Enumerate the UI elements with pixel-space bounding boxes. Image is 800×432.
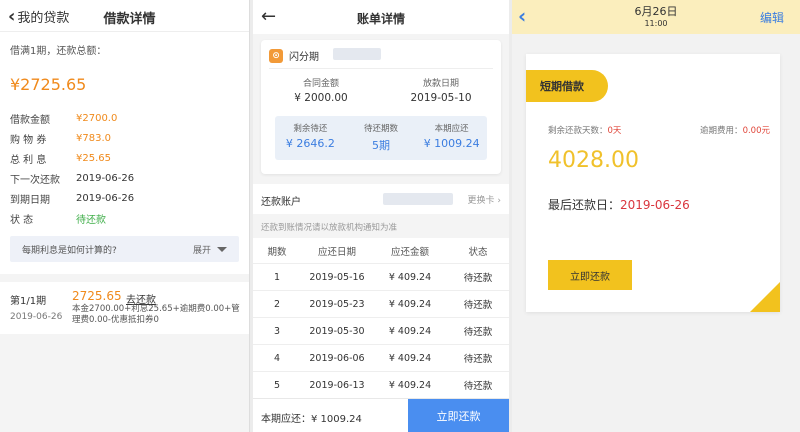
period-breakdown: 本金2700.00+利息25.65+逾期费0.00+管理费0.00-优惠抵扣券0 [72,304,240,325]
remaining-periods: 待还期数 5期 [364,124,399,152]
current-due: 本期应还 ¥ 1009.24 [423,124,480,150]
bill-summary-card: ⊙ 闪分期 合同金额 ¥ 2000.00 放款日期 2019-05-10 剩余待… [261,40,501,174]
brand-logo-icon: ⊙ [269,48,283,63]
loan-type-tag: 短期借款 [526,70,608,102]
period-item: 第1/1期 2019-06-26 2725.65 去还款 本金2700.00+利… [0,282,249,334]
bill-detail-screen: ← 账单详情 ⊙ 闪分期 合同金额 ¥ 2000.00 放款日期 2019-05… [253,0,509,432]
bill-summary-area: ⊙ 闪分期 合同金额 ¥ 2000.00 放款日期 2019-05-10 剩余待… [253,34,509,184]
chevron-right-icon: › [497,196,501,206]
row-voucher: 购 物 券 ¥783.0 [10,132,111,146]
loan-meta: 剩余还款天数：0天 逾期费用：0.00元 [548,124,770,136]
faq-text: 每期利息是如何计算的? [22,245,117,256]
table-row: 4 2019-06-06 ¥ 409.24 待还款 [253,345,509,372]
schedule-table: 期数 应还日期 应还金额 状态 1 2019-05-16 ¥ 409.24 待还… [253,238,509,399]
chevron-down-icon [217,246,227,252]
bottom-bar: 本期应还：¥ 1009.24 立即还款 [253,398,509,432]
row-status: 状 态待还款 [10,214,106,226]
table-row: 2 2019-05-23 ¥ 409.24 待还款 [253,291,509,318]
repay-account-row[interactable]: 还款账户 更换卡 › [253,184,509,214]
table-row: 3 2019-05-30 ¥ 409.24 待还款 [253,318,509,345]
loan-card: 短期借款 剩余还款天数：0天 逾期费用：0.00元 4028.00 最后还款日：… [526,54,780,312]
nav-bar: ← 账单详情 [253,0,509,34]
loan-detail-screen: ‹ 我的贷款 借款详情 借满1期，还款总额： ¥2725.65 借款金额 ¥270… [0,0,250,432]
account-label: 还款账户 [261,197,301,208]
nav-bar: ‹ 我的贷款 借款详情 [0,0,249,32]
nav-time: 11:00 [644,19,668,28]
row-next-repay: 下一次还款 2019-06-26 [10,172,135,186]
notice-text: 还款到账情况请以放款机构通知为准 [253,214,509,238]
divider [269,68,493,69]
change-card-link[interactable]: 更换卡 › [468,193,502,206]
brand: ⊙ 闪分期 [269,48,319,63]
row-due-date: 到期日期 2019-06-26 [10,192,135,206]
edit-button[interactable]: 编辑 [760,9,784,26]
row-loan-amount: 借款金额 ¥2700.0 [10,112,118,126]
contract-amount: 合同金额 ¥ 2000.00 [294,79,348,104]
period-label: 第1/1期 [10,296,47,307]
page-title: 借款详情 [103,12,156,27]
repay-status-box: 剩余待还 ¥ 2646.2 待还期数 5期 本期应还 ¥ 1009.24 [275,116,487,160]
overdue-fee: 逾期费用：0.00元 [700,126,770,136]
table-header: 期数 应还日期 应还金额 状态 [253,238,509,264]
remaining-days: 剩余还款天数：0天 [548,126,622,136]
nav-date: 6月26日 [634,5,678,18]
page-fold-decoration [750,282,780,312]
last-repay-date: 最后还款日：2019-06-26 [548,198,690,212]
interest-faq[interactable]: 每期利息是如何计算的? 展开 [10,236,239,262]
blurred-account [383,193,453,205]
repay-total-amount: ¥2725.65 [10,75,87,94]
loan-summary-card: 借满1期，还款总额： ¥2725.65 借款金额 ¥2700.0 购 物 券 ¥78… [0,32,249,274]
period-amount: 2725.65 [72,289,122,303]
pay-now-button[interactable]: 立即还款 [408,399,509,432]
table-row: 1 2019-05-16 ¥ 409.24 待还款 [253,264,509,291]
pay-now-button[interactable]: 立即还款 [548,260,632,290]
blurred-info [333,48,381,60]
remaining-amount: 剩余待还 ¥ 2646.2 [285,124,335,150]
short-loan-screen: ‹ 6月26日 11:00 编辑 短期借款 剩余还款天数：0天 逾期费用：0.0… [512,0,800,432]
loan-date: 放款日期 2019-05-10 [410,79,472,104]
current-due-text: 本期应还：¥ 1009.24 [261,414,362,425]
repay-total-label: 借满1期，还款总额： [10,46,107,57]
table-row: 5 2019-06-13 ¥ 409.24 待还款 [253,372,509,399]
page-title: 账单详情 [356,12,405,26]
expand-toggle[interactable]: 展开 [193,243,227,256]
nav-bar: ‹ 6月26日 11:00 编辑 [512,0,800,34]
brand-name: 闪分期 [289,52,319,63]
contract-info: 合同金额 ¥ 2000.00 放款日期 2019-05-10 [261,76,501,104]
loan-amount: 4028.00 [548,148,639,173]
row-interest: 总 利 息 ¥25.65 [10,152,111,166]
period-date: 2019-06-26 [10,312,63,322]
